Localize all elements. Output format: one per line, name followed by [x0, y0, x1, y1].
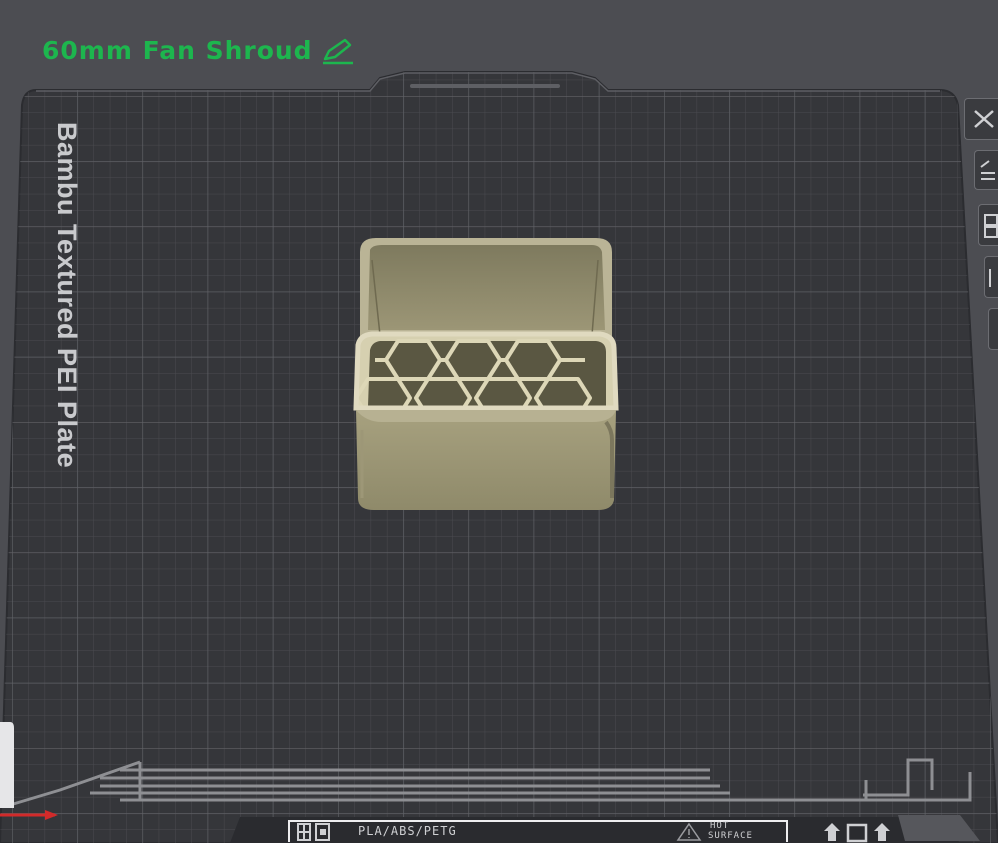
hot-surface-warning: HOT SURFACE	[708, 821, 753, 841]
orient-icon	[984, 214, 998, 238]
3d-viewport[interactable]: 60mm Fan Shroud Bambu Textured PEI Plate	[0, 0, 998, 843]
layers-button[interactable]	[984, 256, 998, 298]
tool-button[interactable]	[988, 308, 998, 350]
orient-button[interactable]	[978, 204, 998, 246]
layers-icon	[989, 269, 991, 287]
arrange-icon	[980, 160, 995, 180]
plate-orientation-icons	[824, 823, 890, 843]
plate-materials: PLA/ABS/PETG	[358, 824, 457, 838]
close-icon	[974, 110, 994, 128]
plate-type-icon	[297, 823, 330, 841]
build-plate-scene	[0, 71, 998, 843]
project-title[interactable]: 60mm Fan Shroud	[42, 36, 355, 65]
arrange-button[interactable]	[974, 150, 998, 190]
project-title-text: 60mm Fan Shroud	[42, 36, 313, 65]
pencil-icon[interactable]	[321, 37, 355, 65]
warning-icon	[676, 822, 702, 841]
plate-name-label: Bambu Textured PEI Plate	[52, 122, 82, 469]
close-button[interactable]	[964, 98, 998, 140]
fan-shroud-model	[353, 238, 619, 510]
